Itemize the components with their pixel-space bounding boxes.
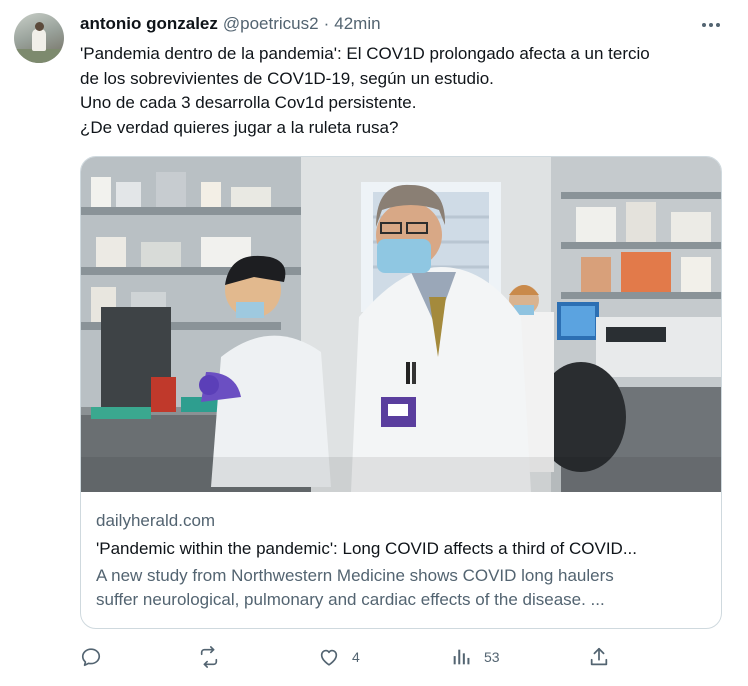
retweet-button[interactable]: [198, 644, 232, 670]
bar-chart-icon: [450, 646, 472, 668]
card-description-line: A new study from Northwestern Medicine s…: [96, 566, 614, 585]
tweet-text-line: ¿De verdad quieres jugar a la ruleta rus…: [80, 117, 399, 137]
heart-icon: [318, 646, 340, 668]
tweet-time[interactable]: 42min: [334, 14, 380, 34]
card-title[interactable]: 'Pandemic within the pandemic': Long COV…: [96, 537, 708, 561]
card-domain[interactable]: dailyherald.com: [96, 509, 708, 533]
views-count: 53: [484, 649, 500, 665]
action-bar: 4 53: [80, 644, 640, 670]
avatar[interactable]: [14, 13, 64, 63]
tweet[interactable]: antonio gonzalez @poetricus2 · 42min 'Pa…: [0, 0, 748, 686]
more-dot: [716, 23, 720, 27]
more-dot: [709, 23, 713, 27]
tweet-text-line: 'Pandemia dentro de la pandemia': El COV…: [80, 44, 650, 63]
card-meta: dailyherald.com 'Pandemic within the pan…: [96, 509, 708, 612]
card-image[interactable]: [81, 157, 721, 492]
retweet-icon: [198, 646, 220, 668]
card-description-line: suffer neurological, pulmonary and cardi…: [96, 590, 605, 609]
more-horizontal-icon[interactable]: [698, 14, 724, 36]
reply-icon: [80, 646, 102, 668]
avatar-figure: [32, 29, 46, 51]
separator-dot: ·: [323, 14, 330, 33]
avatar-ground: [14, 49, 64, 63]
share-button[interactable]: [588, 644, 610, 670]
card-description: A new study from Northwestern Medicine s…: [96, 564, 708, 612]
author-handle[interactable]: @poetricus2: [223, 14, 319, 34]
tweet-text-line: Uno de cada 3 desarrolla Cov1d persisten…: [80, 93, 417, 112]
views-button[interactable]: 53: [450, 644, 500, 670]
avatar-head: [35, 22, 44, 31]
link-card[interactable]: dailyherald.com 'Pandemic within the pan…: [80, 156, 722, 629]
like-button[interactable]: 4: [318, 644, 360, 670]
reply-button[interactable]: [80, 644, 114, 670]
like-count: 4: [352, 649, 360, 665]
tweet-header: antonio gonzalez @poetricus2 · 42min: [80, 14, 381, 36]
tweet-text-line: de los sobrevivientes de COV1D-19, según…: [80, 68, 494, 88]
tweet-text: 'Pandemia dentro de la pandemia': El COV…: [80, 42, 730, 140]
author-name[interactable]: antonio gonzalez: [80, 14, 218, 34]
share-icon: [588, 646, 610, 668]
more-dot: [702, 23, 706, 27]
